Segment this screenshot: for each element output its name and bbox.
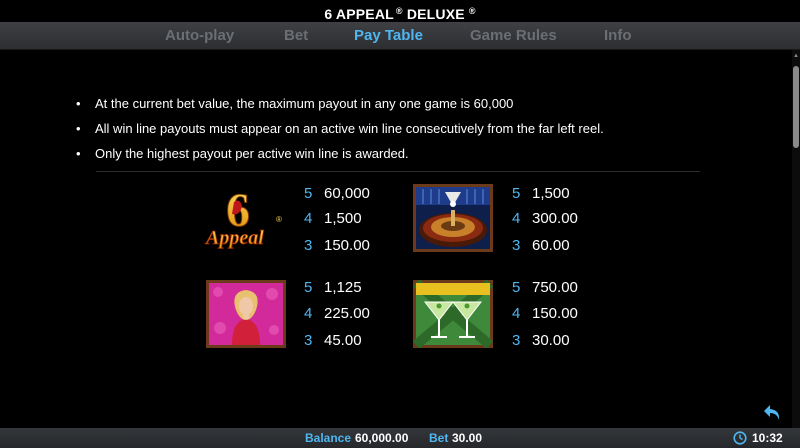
woman-in-red-icon — [206, 280, 286, 348]
payout-count: 3 — [512, 332, 521, 349]
back-arrow-icon[interactable] — [762, 402, 784, 424]
martini-glasses-icon — [412, 279, 494, 349]
scroll-up-arrow-icon[interactable]: ▲ — [792, 52, 800, 60]
payout-amount: 150.00 — [532, 305, 578, 322]
divider — [96, 171, 700, 172]
payout-count: 3 — [304, 237, 313, 254]
clock-icon — [733, 431, 747, 445]
title-superscript: ® — [468, 6, 476, 16]
payout-amount: 45.00 — [324, 332, 362, 349]
title-text: 6 APPEAL — [324, 6, 394, 22]
payout-count: 3 — [512, 237, 521, 254]
payout-amount: 60.00 — [532, 237, 570, 254]
tab-auto-play[interactable]: Auto-play — [165, 22, 234, 50]
status-bar: Balance 60,000.00 Bet 30.00 10:32 — [0, 428, 800, 448]
tab-info[interactable]: Info — [604, 22, 632, 50]
rule-item: At the current bet value, the maximum pa… — [76, 96, 776, 121]
rule-item: Only the highest payout per active win l… — [76, 146, 776, 171]
tab-game-rules[interactable]: Game Rules — [470, 22, 557, 50]
payout-amount: 30.00 — [532, 332, 570, 349]
payout-amount: 225.00 — [324, 305, 370, 322]
roulette-wheel-icon — [413, 184, 493, 252]
registered-mark: ® — [395, 6, 403, 16]
balance-value: 60,000.00 — [355, 431, 409, 445]
payout-amount: 1,500 — [532, 185, 570, 202]
tab-bet[interactable]: Bet — [284, 22, 308, 50]
balance-label: Balance — [305, 431, 352, 445]
clock-time: 10:32 — [752, 431, 783, 445]
payout-count: 3 — [304, 332, 313, 349]
payout-count: 5 — [304, 185, 313, 202]
rule-item: All win line payouts must appear on an a… — [76, 121, 776, 146]
bet-value: 30.00 — [452, 431, 483, 445]
payout-amount: 1,500 — [324, 210, 362, 227]
payout-amount: 750.00 — [532, 279, 578, 296]
payout-count: 4 — [512, 305, 521, 322]
game-title: 6 APPEAL ® DELUXE ® — [0, 0, 800, 22]
payout-amount: 150.00 — [324, 237, 370, 254]
payout-count: 4 — [512, 210, 521, 227]
payout-count: 5 — [304, 279, 313, 296]
payout-count: 5 — [512, 279, 521, 296]
payout-amount: 300.00 — [532, 210, 578, 227]
scrollbar-thumb[interactable] — [793, 66, 799, 148]
bet-label: Bet — [429, 431, 449, 445]
payout-amount: 1,125 — [324, 279, 362, 296]
logo-reg: ® — [276, 215, 282, 224]
paytable-rules-list: At the current bet value, the maximum pa… — [76, 96, 776, 171]
payout-amount: 60,000 — [324, 185, 370, 202]
six-appeal-logo-icon: 6 ® Appeal — [204, 184, 284, 252]
logo-text: Appeal — [204, 227, 264, 249]
payout-count: 5 — [512, 185, 521, 202]
title-rest-text: DELUXE — [402, 6, 465, 22]
tab-pay-table[interactable]: Pay Table — [354, 22, 423, 50]
tab-bar: Auto-play Bet Pay Table Game Rules Info — [0, 22, 800, 50]
payout-count: 4 — [304, 210, 313, 227]
payout-count: 4 — [304, 305, 313, 322]
